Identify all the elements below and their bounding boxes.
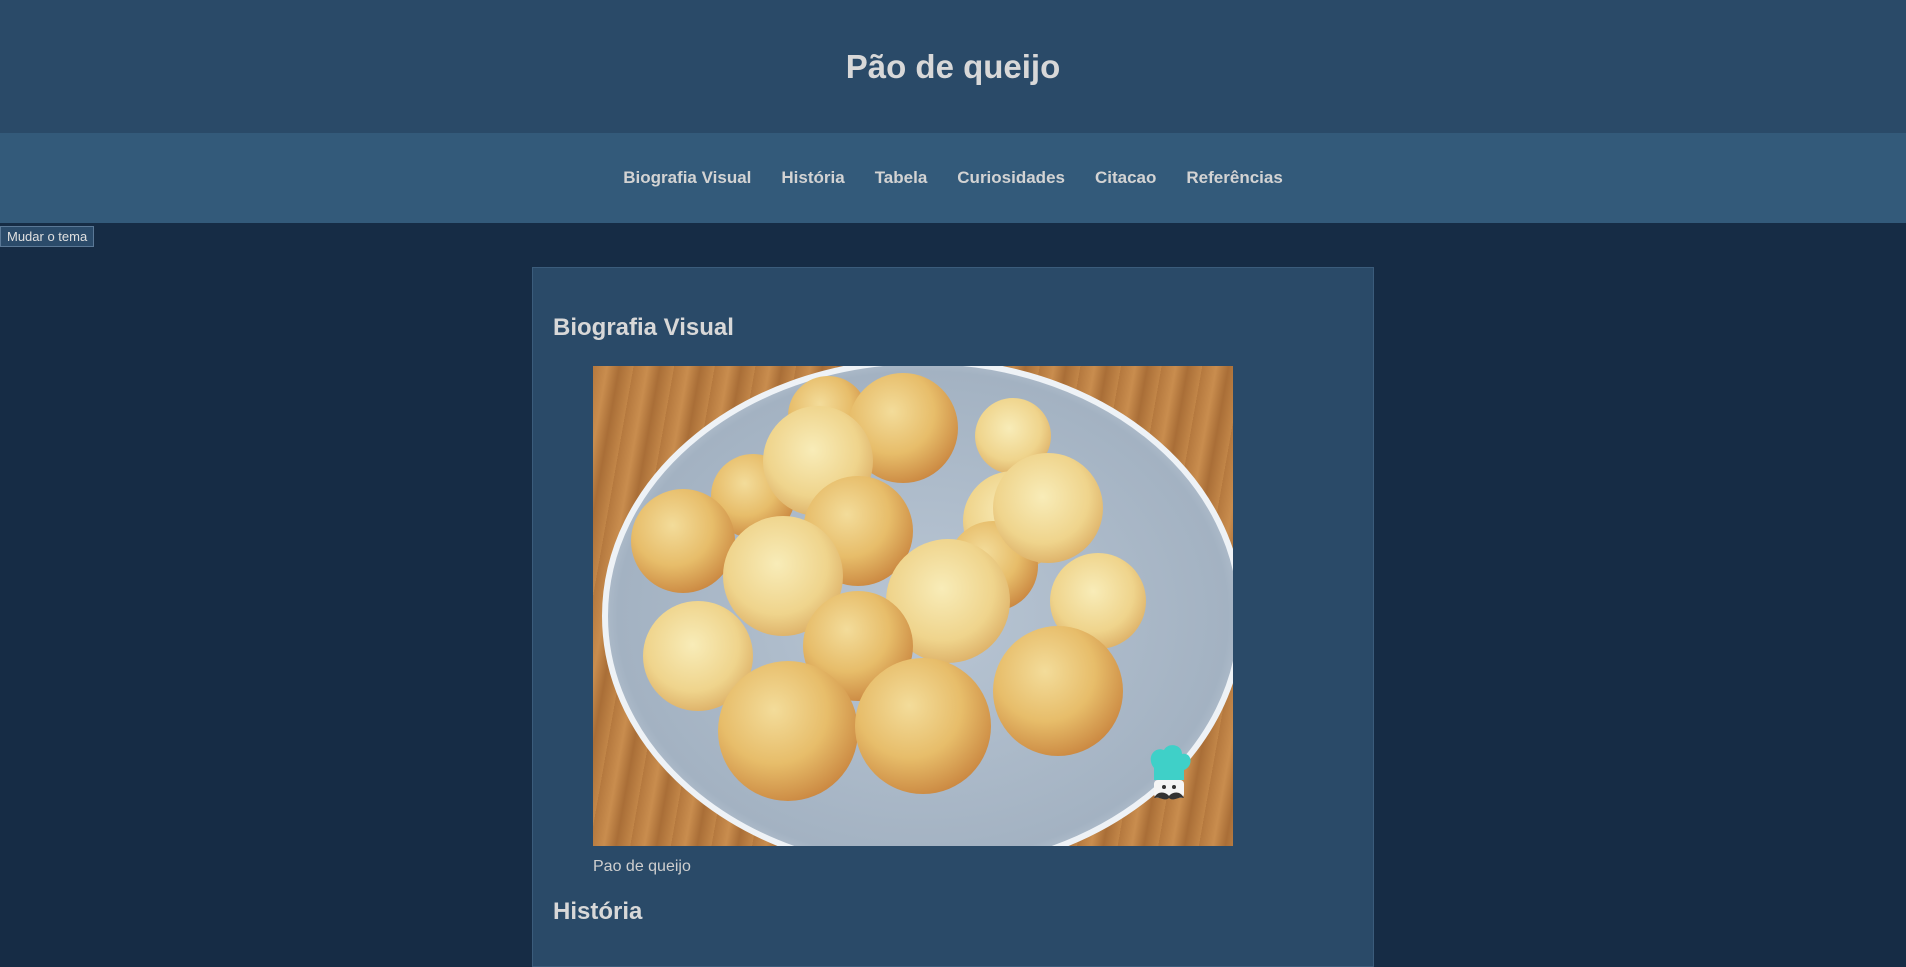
theme-toggle-button[interactable]: Mudar o tema xyxy=(0,226,95,247)
site-header: Pão de queijo xyxy=(0,0,1906,133)
photo-caption: Pao de queijo xyxy=(593,858,691,875)
nav-item: Tabela xyxy=(875,168,928,188)
nav-item: Citacao xyxy=(1095,168,1156,188)
theme-bar: Mudar o tema xyxy=(0,223,1906,248)
section-title-biografia-visual: Biografia Visual xyxy=(553,314,734,341)
nav-item: Referências xyxy=(1186,168,1282,188)
pao-de-queijo-photo xyxy=(593,366,1233,846)
nav-link-biografia-visual[interactable]: Biografia Visual xyxy=(623,168,751,187)
nav-item: Biografia Visual xyxy=(623,168,751,188)
main-nav: Biografia Visual História Tabela Curiosi… xyxy=(0,133,1906,223)
bio-figure: Pao de queijo xyxy=(593,366,1233,876)
photo-illustration xyxy=(602,366,1233,846)
nav-list: Biografia Visual História Tabela Curiosi… xyxy=(623,168,1283,188)
nav-link-tabela[interactable]: Tabela xyxy=(875,168,928,187)
page-title: Pão de queijo xyxy=(845,47,1061,85)
nav-link-historia[interactable]: História xyxy=(781,168,844,187)
content-card: Biografia Visual Pao de queijo História xyxy=(532,267,1374,967)
nav-item: História xyxy=(781,168,844,188)
nav-link-referencias[interactable]: Referências xyxy=(1186,168,1282,187)
nav-link-citacao[interactable]: Citacao xyxy=(1095,168,1156,187)
nav-item: Curiosidades xyxy=(957,168,1065,188)
nav-link-curiosidades[interactable]: Curiosidades xyxy=(957,168,1065,187)
section-title-historia: História xyxy=(553,898,643,925)
